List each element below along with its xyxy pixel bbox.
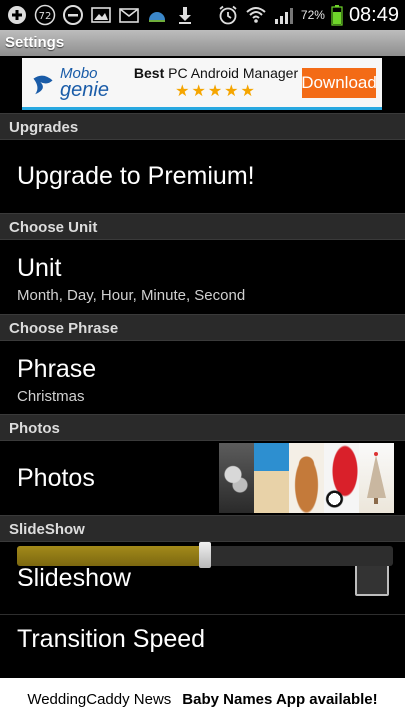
mobogenie-logo: Mobo genie xyxy=(22,60,130,106)
battery-icon xyxy=(331,4,343,26)
upgrade-premium-item[interactable]: Upgrade to Premium! xyxy=(0,140,405,213)
status-bar-left: 72 xyxy=(6,4,196,26)
weather-icon xyxy=(146,4,168,26)
unit-title: Unit xyxy=(17,254,62,282)
battery-percent: 72% xyxy=(300,8,325,22)
section-header-upgrades: Upgrades xyxy=(0,113,405,140)
phrase-item[interactable]: Phrase Christmas xyxy=(0,341,405,414)
ad-headline-bold: Best xyxy=(133,64,165,81)
photo-thumbnail xyxy=(254,443,289,513)
notification-count: 72 xyxy=(39,11,52,22)
settings-list: Upgrades Upgrade to Premium! Choose Unit… xyxy=(0,113,405,685)
photo-thumbnail xyxy=(324,443,359,513)
photos-item[interactable]: Photos xyxy=(0,441,405,515)
rating-stars: ★★★★★ xyxy=(175,82,257,100)
wifi-icon xyxy=(245,4,267,26)
phrase-summary: Christmas xyxy=(17,388,85,405)
ad-headline-rest: PC Android Manager xyxy=(164,64,299,81)
transition-speed-item: Transition Speed xyxy=(0,615,405,685)
section-header-photos: Photos xyxy=(0,414,405,441)
news-source-label: WeddingCaddy News xyxy=(27,690,172,708)
ad-text: Best PC Android Manager ★★★★★ xyxy=(130,65,302,101)
transition-speed-slider[interactable] xyxy=(17,542,393,568)
mobogenie-logo-icon xyxy=(33,75,53,94)
slideshow-title: Slideshow xyxy=(17,563,131,592)
download-icon xyxy=(174,4,196,26)
photo-thumbnail xyxy=(289,443,324,513)
bottom-news-bar[interactable]: WeddingCaddy News Baby Names App availab… xyxy=(0,678,405,720)
notification-count-icon: 72 xyxy=(34,4,56,26)
signal-icon xyxy=(273,4,295,26)
page-title: Settings xyxy=(0,30,405,56)
clock: 08:49 xyxy=(348,3,399,26)
unit-summary: Month, Day, Hour, Minute, Second xyxy=(17,287,246,304)
plus-icon xyxy=(6,4,28,26)
status-bar: 72 72% 08:49 xyxy=(0,0,405,30)
image-icon xyxy=(90,4,112,26)
slider-thumb[interactable] xyxy=(199,542,211,568)
ad-banner[interactable]: Mobo genie Best PC Android Manager ★★★★★… xyxy=(22,58,382,110)
photos-title: Photos xyxy=(17,463,95,492)
section-header-slideshow: SlideShow xyxy=(0,515,405,542)
slideshow-checkbox[interactable] xyxy=(355,562,389,596)
slider-fill xyxy=(17,546,205,566)
logo-line2: genie xyxy=(60,78,109,101)
phrase-title: Phrase xyxy=(17,355,97,383)
gmail-icon xyxy=(118,4,140,26)
transition-speed-title: Transition Speed xyxy=(17,625,206,653)
section-header-phrase: Choose Phrase xyxy=(0,314,405,341)
section-header-unit: Choose Unit xyxy=(0,213,405,240)
alarm-icon xyxy=(217,4,239,26)
news-headline[interactable]: Baby Names App available! xyxy=(182,691,377,708)
photo-thumbnails[interactable] xyxy=(219,443,394,513)
photo-thumbnail xyxy=(359,443,394,513)
photo-thumbnail xyxy=(219,443,254,513)
download-button[interactable]: Download xyxy=(301,67,377,98)
status-bar-right: 72% 08:49 xyxy=(217,4,399,27)
minus-circle-icon xyxy=(62,4,84,26)
upgrade-premium-title: Upgrade to Premium! xyxy=(17,162,255,190)
unit-item[interactable]: Unit Month, Day, Hour, Minute, Second xyxy=(0,240,405,314)
